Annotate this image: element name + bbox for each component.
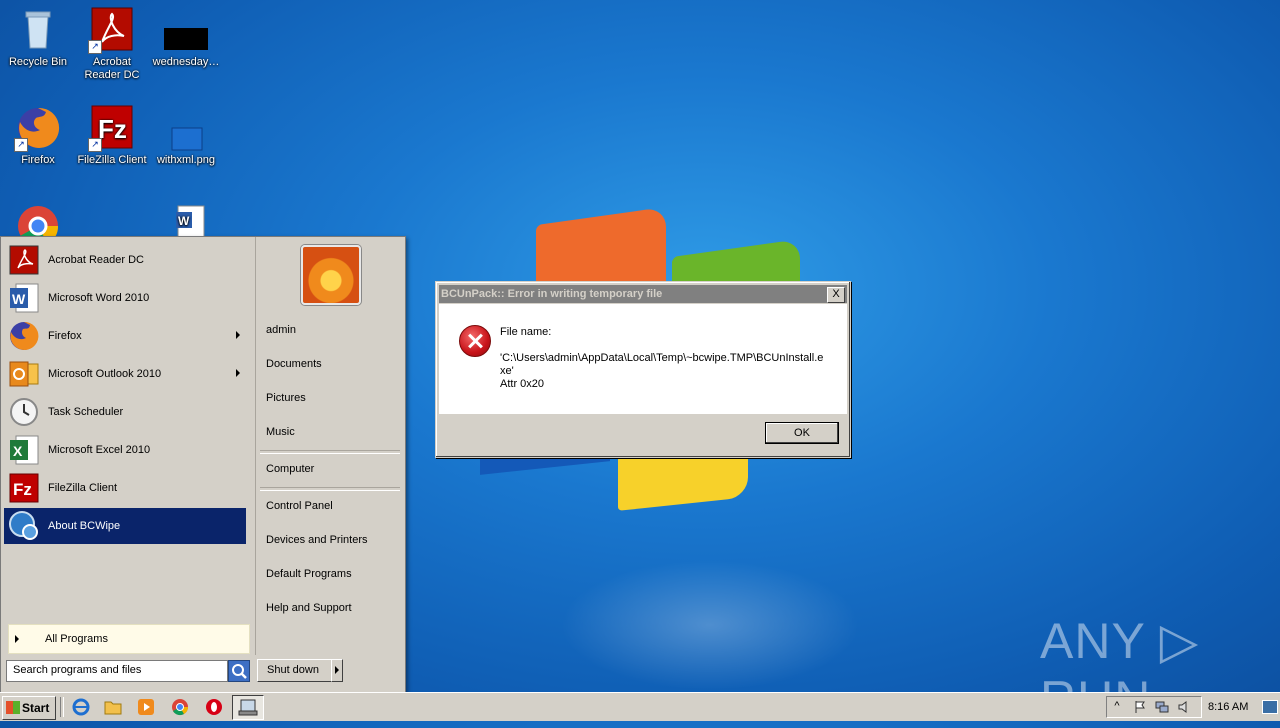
taskbar-clock[interactable]: 8:16 AM bbox=[1208, 701, 1248, 713]
dialog-body: File name: 'C:\Users\admin\AppData\Local… bbox=[439, 304, 847, 414]
desktop-icon-wednesday[interactable]: wednesday… bbox=[148, 6, 224, 69]
start-right-pictures[interactable]: Pictures bbox=[258, 383, 402, 413]
submenu-arrow-icon bbox=[236, 369, 240, 377]
outlook-icon bbox=[8, 358, 40, 390]
windows-logo-icon bbox=[6, 701, 20, 714]
start-right-admin[interactable]: admin bbox=[258, 315, 402, 345]
svg-text:X: X bbox=[13, 443, 23, 459]
start-item-label: Acrobat Reader DC bbox=[48, 254, 144, 266]
user-avatar[interactable] bbox=[301, 245, 361, 305]
image-file-icon bbox=[162, 104, 210, 152]
shortcut-arrow-icon: ↗ bbox=[14, 138, 28, 152]
system-tray: ^ bbox=[1106, 696, 1202, 718]
recycle-bin-icon bbox=[14, 6, 62, 54]
opera-icon[interactable] bbox=[205, 698, 223, 716]
volume-icon[interactable] bbox=[1177, 700, 1191, 714]
desktop-icon-recycle-bin[interactable]: Recycle Bin bbox=[0, 6, 76, 69]
desktop-icon-withxml[interactable]: withxml.png bbox=[148, 104, 224, 167]
start-item-acrobat[interactable]: Acrobat Reader DC bbox=[4, 242, 246, 278]
start-search-input[interactable] bbox=[7, 661, 223, 679]
start-item-firefox[interactable]: Firefox bbox=[4, 318, 246, 354]
message-line: File name: bbox=[500, 326, 552, 338]
start-right-default-programs[interactable]: Default Programs bbox=[258, 559, 402, 589]
search-icon bbox=[232, 664, 247, 679]
start-item-label: Microsoft Excel 2010 bbox=[48, 444, 151, 456]
search-button[interactable] bbox=[228, 660, 250, 682]
start-item-word[interactable]: W Microsoft Word 2010 bbox=[4, 280, 246, 316]
filezilla-icon: Fz ↗ bbox=[88, 104, 136, 152]
start-item-label: Task Scheduler bbox=[48, 406, 124, 418]
start-right-music[interactable]: Music bbox=[258, 417, 402, 447]
message-line: 'C:\Users\admin\AppData\Local\Temp\~bcwi… bbox=[500, 352, 824, 364]
desktop-icon-filezilla[interactable]: Fz ↗ FileZilla Client bbox=[74, 104, 150, 167]
dialog-title: BCUnPack:: Error in writing temporary fi… bbox=[441, 288, 663, 300]
start-right-control-panel[interactable]: Control Panel bbox=[258, 491, 402, 521]
start-item-label: Microsoft Outlook 2010 bbox=[48, 368, 162, 380]
clock-icon bbox=[8, 396, 40, 428]
file-icon bbox=[162, 6, 210, 54]
word-icon: W bbox=[8, 282, 40, 314]
installer-icon bbox=[238, 699, 258, 716]
acrobat-icon bbox=[8, 244, 40, 276]
network-icon[interactable] bbox=[1155, 700, 1169, 714]
shortcut-arrow-icon: ↗ bbox=[88, 40, 102, 54]
firefox-icon: ↗ bbox=[14, 104, 62, 152]
dialog-message: File name: 'C:\Users\admin\AppData\Local… bbox=[500, 326, 830, 391]
desktop-icon-acrobat[interactable]: ↗ Acrobat Reader DC bbox=[74, 6, 150, 82]
start-item-filezilla[interactable]: Fz FileZilla Client bbox=[4, 470, 246, 506]
start-item-label: FileZilla Client bbox=[48, 482, 118, 494]
message-line: xe' bbox=[500, 365, 514, 377]
shortcut-arrow-icon: ↗ bbox=[88, 138, 102, 152]
shutdown-button[interactable]: Shut down bbox=[257, 659, 333, 682]
start-item-label: Microsoft Word 2010 bbox=[48, 292, 150, 304]
dialog-close-button[interactable]: X bbox=[827, 287, 845, 303]
bcwipe-icon bbox=[8, 510, 40, 542]
media-player-icon[interactable] bbox=[137, 698, 155, 716]
start-menu-divider bbox=[255, 237, 256, 655]
svg-text:Fz: Fz bbox=[98, 114, 127, 144]
error-dialog: BCUnPack:: Error in writing temporary fi… bbox=[435, 281, 851, 458]
show-desktop-button[interactable] bbox=[1262, 700, 1278, 714]
all-programs-arrow-icon bbox=[15, 635, 19, 643]
start-right-devices[interactable]: Devices and Printers bbox=[258, 525, 402, 555]
start-right-help[interactable]: Help and Support bbox=[258, 593, 402, 623]
start-item-label: Firefox bbox=[48, 330, 82, 342]
start-right-computer[interactable]: Computer bbox=[258, 454, 402, 484]
tray-expand-icon[interactable]: ^ bbox=[1110, 700, 1124, 714]
taskbar-separator bbox=[60, 697, 64, 717]
start-item-task-scheduler[interactable]: Task Scheduler bbox=[4, 394, 246, 430]
error-icon bbox=[459, 325, 491, 357]
ie-icon[interactable] bbox=[72, 698, 90, 716]
filezilla-icon: Fz bbox=[8, 472, 40, 504]
start-item-outlook[interactable]: Microsoft Outlook 2010 bbox=[4, 356, 246, 392]
firefox-icon bbox=[8, 320, 40, 352]
shutdown-options-button[interactable] bbox=[331, 659, 343, 682]
wallpaper-glow bbox=[560, 560, 860, 690]
message-line: Attr 0x20 bbox=[500, 378, 545, 390]
excel-icon: X bbox=[8, 434, 40, 466]
svg-text:W: W bbox=[12, 291, 26, 307]
taskbar: Start ^ 8:16 AM bbox=[0, 692, 1280, 721]
action-center-flag-icon[interactable] bbox=[1133, 700, 1147, 714]
start-search-box[interactable] bbox=[6, 660, 228, 682]
svg-text:W: W bbox=[178, 214, 190, 228]
all-programs-button[interactable]: All Programs bbox=[8, 624, 250, 654]
submenu-arrow-icon bbox=[236, 331, 240, 339]
start-item-label: About BCWipe bbox=[48, 520, 121, 532]
svg-text:Fz: Fz bbox=[13, 480, 32, 499]
chrome-icon[interactable] bbox=[171, 698, 189, 716]
start-item-excel[interactable]: X Microsoft Excel 2010 bbox=[4, 432, 246, 468]
taskbar-app-bcunpack[interactable] bbox=[232, 695, 264, 720]
ok-button[interactable]: OK bbox=[765, 422, 839, 444]
desktop-icon-firefox[interactable]: ↗ Firefox bbox=[0, 104, 76, 167]
dialog-titlebar[interactable]: BCUnPack:: Error in writing temporary fi… bbox=[439, 285, 847, 303]
acrobat-icon: ↗ bbox=[88, 6, 136, 54]
start-right-documents[interactable]: Documents bbox=[258, 349, 402, 379]
start-item-about-bcwipe[interactable]: About BCWipe bbox=[4, 508, 246, 544]
start-button[interactable]: Start bbox=[2, 696, 56, 720]
folder-icon[interactable] bbox=[104, 698, 122, 716]
